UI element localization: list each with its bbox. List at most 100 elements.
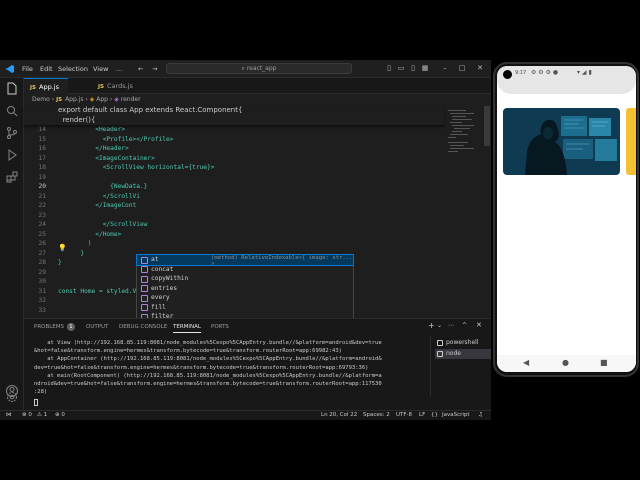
run-debug-icon[interactable] (5, 148, 19, 162)
layout-toggle-icon[interactable]: ▯ (385, 64, 393, 72)
menu-view[interactable]: View (93, 65, 108, 73)
sticky-line-text: export default class App extends React.C… (58, 106, 243, 114)
breadcrumb-folder[interactable]: Demo (32, 96, 50, 103)
code-line[interactable]: 21 </ScrollVi (24, 192, 444, 202)
code-line[interactable]: 22 </ImageCont (24, 201, 444, 211)
nav-recents-icon[interactable]: ■ (600, 358, 608, 367)
menu-more[interactable]: ... (116, 65, 122, 73)
language-braces[interactable]: {} (431, 411, 438, 420)
settings-gear-icon[interactable] (5, 390, 19, 404)
menu-edit[interactable]: Edit (40, 65, 53, 73)
code-line[interactable]: 24 </ScrollView (24, 220, 444, 230)
minimize-icon[interactable]: – (441, 64, 449, 72)
customize-layout-icon[interactable]: ▦ (421, 64, 429, 72)
menu-file[interactable]: File (22, 65, 33, 73)
cursor-position[interactable]: Ln 20, Col 22 (321, 411, 357, 420)
line-number: 16 (38, 145, 46, 152)
suggest-item[interactable]: entries (137, 284, 353, 294)
code-line[interactable]: 20 {NewData.} (24, 182, 444, 192)
activity-bar (0, 78, 24, 410)
lightbulb-icon[interactable]: 💡 (58, 244, 67, 252)
explorer-icon[interactable] (5, 82, 19, 96)
line-number: 28 (38, 259, 46, 266)
method-cube-icon (141, 285, 148, 292)
minimap[interactable] (446, 106, 482, 196)
line-number: 26 (38, 240, 46, 247)
warnings-status[interactable]: ⚠ 1 (37, 411, 47, 420)
errors-status[interactable]: ⊗ 0 (22, 411, 32, 420)
terminal-item-powershell[interactable]: powershell (435, 338, 491, 348)
sticky-line[interactable]: export default class App extends React.C… (24, 106, 444, 116)
method-cube-icon (141, 256, 148, 264)
suggest-item-label: concat (151, 265, 174, 273)
sticky-line[interactable]: render(){ (24, 116, 444, 126)
terminal-line: &hot=false&transform.engine=hermes&trans… (34, 348, 342, 355)
tab-cards-js[interactable]: JS Cards.js (92, 78, 142, 94)
indentation[interactable]: Spaces: 2 (363, 411, 390, 420)
code-line[interactable]: 16 </Header> (24, 144, 444, 154)
editor-scrollbar[interactable] (484, 106, 490, 146)
card-image-hacker[interactable] (503, 108, 620, 175)
status-bar: ⋈ ⊗ 0 ⚠ 1 ⊕ 0 Ln 20, Col 22 Spaces: 2 UT… (0, 410, 491, 420)
tab-output[interactable]: OUTPUT (86, 324, 108, 330)
remote-icon[interactable]: ⋈ (6, 411, 12, 420)
source-control-icon[interactable] (5, 126, 19, 140)
suggest-item[interactable]: fill (137, 303, 353, 313)
command-center-search[interactable]: ⌕ react_app (166, 63, 352, 74)
line-number: 15 (38, 135, 46, 143)
code-line[interactable]: 17 <ImageContainer> (24, 154, 444, 164)
camera-notch (503, 70, 512, 79)
end-of-line[interactable]: LF (419, 411, 425, 420)
breadcrumb-file[interactable]: App.js (65, 96, 83, 103)
code-line[interactable]: 18 <ScrollView horizontal={true}> (24, 163, 444, 173)
line-number: 33 (38, 306, 46, 314)
breadcrumb-method[interactable]: render (121, 96, 141, 103)
tab-terminal[interactable]: TERMINAL (173, 324, 201, 333)
new-terminal-icon[interactable]: + (428, 321, 435, 330)
nav-forward-icon[interactable]: → (152, 65, 157, 73)
panel-toggle-icon[interactable]: ▭ (397, 64, 405, 72)
tab-problems[interactable]: PROBLEMS (34, 324, 64, 330)
nav-home-icon[interactable]: ● (562, 358, 569, 367)
code-line[interactable]: 14 <Header> (24, 125, 444, 135)
code-line[interactable]: 23 (24, 211, 444, 221)
code-line[interactable]: 26 ) (24, 239, 444, 249)
extensions-icon[interactable] (5, 170, 19, 184)
close-icon[interactable]: ✕ (476, 64, 484, 72)
line-number: 21 (38, 192, 46, 200)
more-actions-icon[interactable]: ⋯ (448, 322, 454, 329)
terminal-output[interactable]: at View (http://192.168.85.119:8081/node… (34, 339, 426, 396)
close-panel-icon[interactable]: ✕ (476, 321, 482, 329)
js-file-icon: JS (98, 84, 105, 90)
code-line[interactable]: 15 <Profile></Profile> (24, 135, 444, 145)
sidebar-toggle-icon[interactable]: ▯ (409, 64, 417, 72)
chevron-down-icon[interactable]: ⌄ (437, 322, 442, 329)
search-icon[interactable] (5, 104, 19, 118)
tab-label: App.js (39, 83, 59, 91)
notifications-bell-icon[interactable]: ♫ (478, 411, 483, 420)
phone-screen[interactable]: 9:17 ⚙ ⚙ ⚙ ● ▾ ◢ ▮ ◀ ● ■ (497, 66, 636, 372)
suggest-item[interactable]: copyWithin (137, 274, 353, 284)
tab-ports[interactable]: PORTS (211, 324, 229, 330)
line-text: </ScrollVi (58, 192, 140, 200)
vscode-logo-icon (6, 65, 14, 73)
suggest-item[interactable]: every (137, 293, 353, 303)
errors-count: 0 (28, 412, 32, 418)
info-status[interactable]: ⊕ 0 (55, 411, 65, 420)
code-line[interactable]: 25 </Home> (24, 230, 444, 240)
terminal-line: :28) (34, 389, 48, 396)
breadcrumb-class[interactable]: App (96, 96, 108, 103)
nav-back-icon[interactable]: ← (138, 65, 143, 73)
terminal-item-node[interactable]: node (435, 349, 491, 359)
maximize-panel-icon[interactable]: ^ (462, 322, 467, 329)
code-line[interactable]: 19 (24, 173, 444, 183)
tab-app-js[interactable]: JS App.js (24, 78, 68, 94)
language-mode[interactable]: JavaScript (442, 411, 470, 420)
terminal-list: powershell node (430, 336, 491, 396)
encoding[interactable]: UTF-8 (396, 411, 412, 420)
card-image-next[interactable] (626, 108, 636, 175)
menu-selection[interactable]: Selection (58, 65, 88, 73)
maximize-icon[interactable]: □ (458, 64, 466, 72)
nav-back-triangle-icon[interactable]: ◀ (523, 358, 529, 367)
tab-debug-console[interactable]: DEBUG CONSOLE (119, 324, 167, 330)
